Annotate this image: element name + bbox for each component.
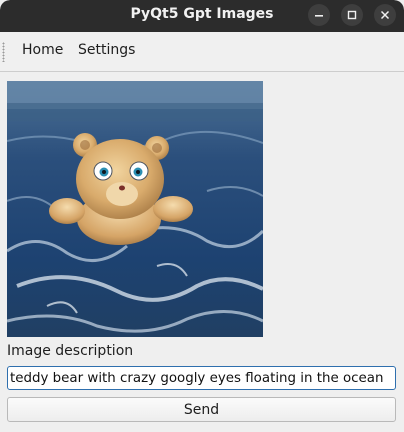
menu-item-settings[interactable]: Settings: [78, 42, 135, 58]
maximize-icon: [347, 10, 357, 20]
image-description-label: Image description: [7, 343, 134, 359]
maximize-button[interactable]: [341, 4, 363, 26]
minimize-icon: [315, 15, 323, 17]
close-icon: [380, 10, 390, 20]
toolbar-grip[interactable]: [2, 42, 5, 62]
title-bar[interactable]: PyQt5 Gpt Images: [0, 0, 404, 32]
send-button[interactable]: Send: [7, 397, 396, 422]
minimize-button[interactable]: [308, 4, 330, 26]
generated-image: [7, 81, 263, 337]
close-button[interactable]: [374, 4, 396, 26]
image-description-input[interactable]: [7, 366, 396, 390]
menu-item-home[interactable]: Home: [22, 42, 63, 58]
app-window: PyQt5 Gpt Images Home Settings Image des…: [0, 0, 404, 432]
menu-bar: Home Settings: [0, 32, 404, 72]
